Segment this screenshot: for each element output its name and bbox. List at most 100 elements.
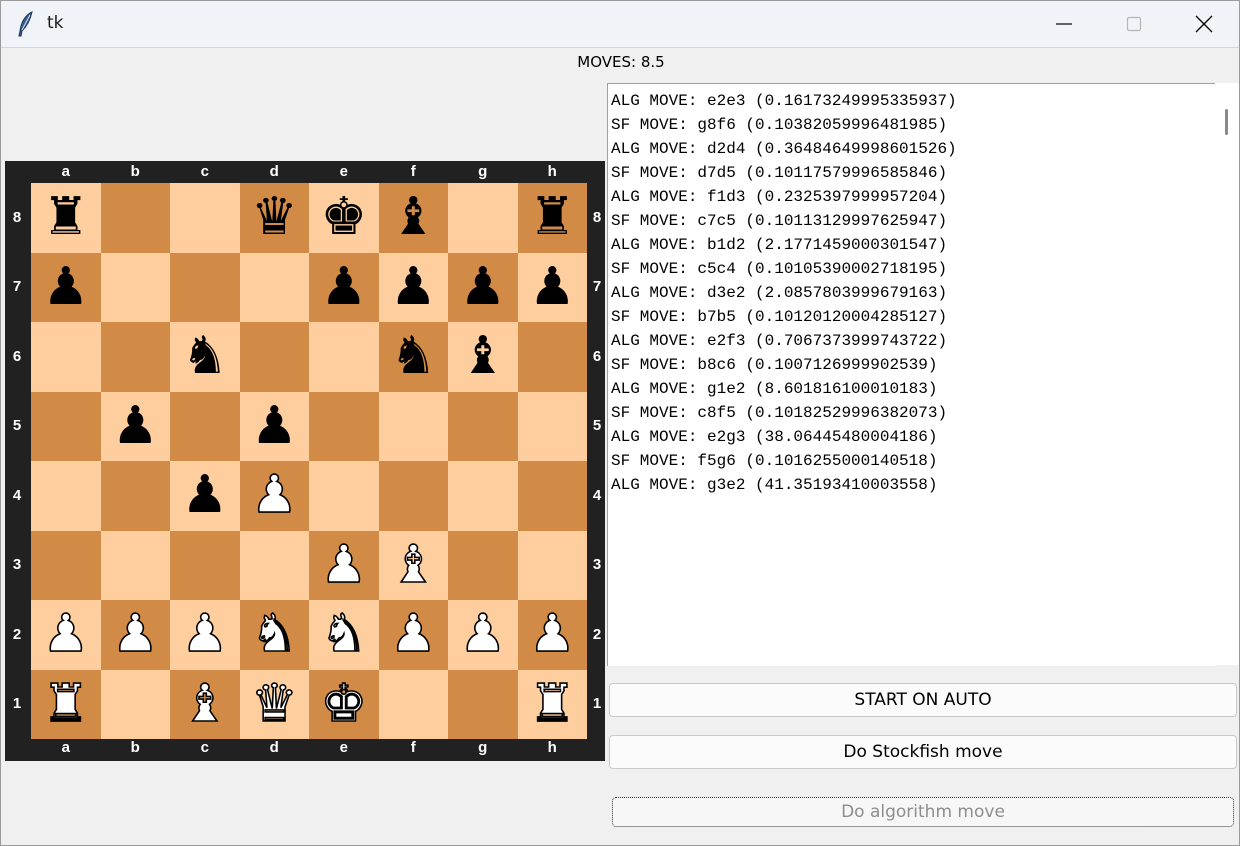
square-f6[interactable]: ♞ xyxy=(378,322,448,392)
algorithm-move-button[interactable]: Do algorithm move xyxy=(612,797,1234,827)
square-d4[interactable]: ♟ xyxy=(239,461,310,531)
close-button[interactable] xyxy=(1169,1,1239,47)
square-d8[interactable]: ♛ xyxy=(239,183,310,253)
square-e6[interactable] xyxy=(309,322,379,392)
square-c7[interactable] xyxy=(170,252,240,322)
square-e5[interactable] xyxy=(309,391,379,461)
square-g2[interactable]: ♟ xyxy=(448,600,518,670)
minimize-button[interactable] xyxy=(1029,1,1099,47)
square-f8[interactable]: ♝ xyxy=(378,183,449,253)
square-c8[interactable] xyxy=(170,183,240,253)
square-g8[interactable] xyxy=(448,183,518,253)
square-d5[interactable]: ♟ xyxy=(239,391,310,462)
square-b5[interactable]: ♟ xyxy=(100,391,171,462)
square-a8[interactable]: ♜ xyxy=(31,183,101,253)
black-pawn-icon[interactable]: ♟ xyxy=(101,392,171,462)
square-g7[interactable]: ♟ xyxy=(448,252,518,323)
black-pawn-icon[interactable]: ♟ xyxy=(31,253,101,323)
move-log-scrollbar[interactable] xyxy=(1215,83,1239,665)
white-pawn-icon[interactable]: ♟ xyxy=(101,600,171,670)
square-c2[interactable]: ♟ xyxy=(170,600,240,670)
black-rook-icon[interactable]: ♜ xyxy=(518,183,588,253)
square-b4[interactable] xyxy=(100,461,170,531)
black-pawn-icon[interactable]: ♟ xyxy=(170,461,240,531)
square-e2[interactable]: ♞ xyxy=(309,600,379,670)
square-b7[interactable] xyxy=(100,252,170,322)
square-g1[interactable] xyxy=(448,669,518,739)
square-a3[interactable] xyxy=(31,530,101,600)
white-pawn-icon[interactable]: ♟ xyxy=(379,600,449,670)
black-pawn-icon[interactable]: ♟ xyxy=(240,392,310,462)
white-pawn-icon[interactable]: ♟ xyxy=(170,600,240,670)
square-f1[interactable] xyxy=(378,669,448,739)
square-g3[interactable] xyxy=(448,530,518,600)
square-a4[interactable] xyxy=(31,461,101,531)
maximize-button[interactable] xyxy=(1099,1,1169,47)
square-e3[interactable]: ♟ xyxy=(309,530,379,601)
white-rook-icon[interactable]: ♜ xyxy=(518,670,588,740)
square-b6[interactable] xyxy=(100,322,170,392)
square-c1[interactable]: ♝ xyxy=(170,669,240,740)
white-pawn-icon[interactable]: ♟ xyxy=(240,461,310,531)
white-queen-icon[interactable]: ♛ xyxy=(240,670,310,740)
white-pawn-icon[interactable]: ♟ xyxy=(309,531,379,601)
square-a6[interactable] xyxy=(31,322,101,392)
square-c6[interactable]: ♞ xyxy=(170,322,240,392)
black-knight-icon[interactable]: ♞ xyxy=(170,322,240,392)
white-knight-icon[interactable]: ♞ xyxy=(309,600,379,670)
black-queen-icon[interactable]: ♛ xyxy=(240,183,310,253)
square-h4[interactable] xyxy=(517,461,587,531)
square-c5[interactable] xyxy=(170,391,240,461)
square-b2[interactable]: ♟ xyxy=(100,600,171,670)
white-knight-icon[interactable]: ♞ xyxy=(240,600,310,670)
square-h7[interactable]: ♟ xyxy=(517,252,588,323)
black-king-icon[interactable]: ♚ xyxy=(309,183,379,253)
square-g5[interactable] xyxy=(448,391,518,461)
square-g6[interactable]: ♝ xyxy=(448,322,518,392)
black-pawn-icon[interactable]: ♟ xyxy=(309,253,379,323)
black-pawn-icon[interactable]: ♟ xyxy=(379,253,449,323)
square-h8[interactable]: ♜ xyxy=(517,183,588,253)
square-h3[interactable] xyxy=(517,530,587,600)
black-rook-icon[interactable]: ♜ xyxy=(31,183,101,253)
white-rook-icon[interactable]: ♜ xyxy=(31,670,101,740)
black-bishop-icon[interactable]: ♝ xyxy=(379,183,449,253)
chess-board[interactable]: ♜ ♛ ♚ ♝ ♜ ♟ ♟ ♟ ♟ ♟ ♞ ♞ ♝ ♟ ♟ ♟ ♟ ♟ ♝ ♟ ♟ ♟ ♞ ♞ ♟ ♟ ♟ ♜ ♝ ♛ ♚ ♜ xyxy=(31,183,587,739)
square-e1[interactable]: ♚ xyxy=(309,669,379,740)
square-e7[interactable]: ♟ xyxy=(309,252,379,323)
square-h1[interactable]: ♜ xyxy=(517,669,588,740)
square-d3[interactable] xyxy=(239,530,309,600)
black-pawn-icon[interactable]: ♟ xyxy=(518,253,588,323)
square-a1[interactable]: ♜ xyxy=(31,669,101,740)
square-a7[interactable]: ♟ xyxy=(31,252,101,323)
square-c4[interactable]: ♟ xyxy=(170,461,240,531)
square-d6[interactable] xyxy=(239,322,309,392)
square-d1[interactable]: ♛ xyxy=(239,669,310,740)
white-king-icon[interactable]: ♚ xyxy=(309,670,379,740)
move-log[interactable]: ALG MOVE: e2e3 (0.16173249995335937) SF M… xyxy=(607,83,1216,666)
square-b8[interactable] xyxy=(100,183,170,253)
square-b3[interactable] xyxy=(100,530,170,600)
white-pawn-icon[interactable]: ♟ xyxy=(518,600,588,670)
square-d7[interactable] xyxy=(239,252,309,322)
white-pawn-icon[interactable]: ♟ xyxy=(448,600,518,670)
square-c3[interactable] xyxy=(170,530,240,600)
scrollbar-thumb[interactable] xyxy=(1225,109,1228,135)
square-f5[interactable] xyxy=(378,391,448,461)
white-pawn-icon[interactable]: ♟ xyxy=(31,600,101,670)
white-bishop-icon[interactable]: ♝ xyxy=(379,531,449,601)
square-e8[interactable]: ♚ xyxy=(309,183,379,253)
square-a2[interactable]: ♟ xyxy=(31,600,101,670)
square-e4[interactable] xyxy=(309,461,379,531)
white-bishop-icon[interactable]: ♝ xyxy=(170,670,240,740)
square-a5[interactable] xyxy=(31,391,101,461)
black-pawn-icon[interactable]: ♟ xyxy=(448,253,518,323)
square-f2[interactable]: ♟ xyxy=(378,600,449,670)
square-g4[interactable] xyxy=(448,461,518,531)
black-bishop-icon[interactable]: ♝ xyxy=(448,322,518,392)
square-b1[interactable] xyxy=(100,669,170,739)
square-h5[interactable] xyxy=(517,391,587,461)
square-h2[interactable]: ♟ xyxy=(517,600,588,670)
square-d2[interactable]: ♞ xyxy=(239,600,310,670)
square-h6[interactable] xyxy=(517,322,587,392)
